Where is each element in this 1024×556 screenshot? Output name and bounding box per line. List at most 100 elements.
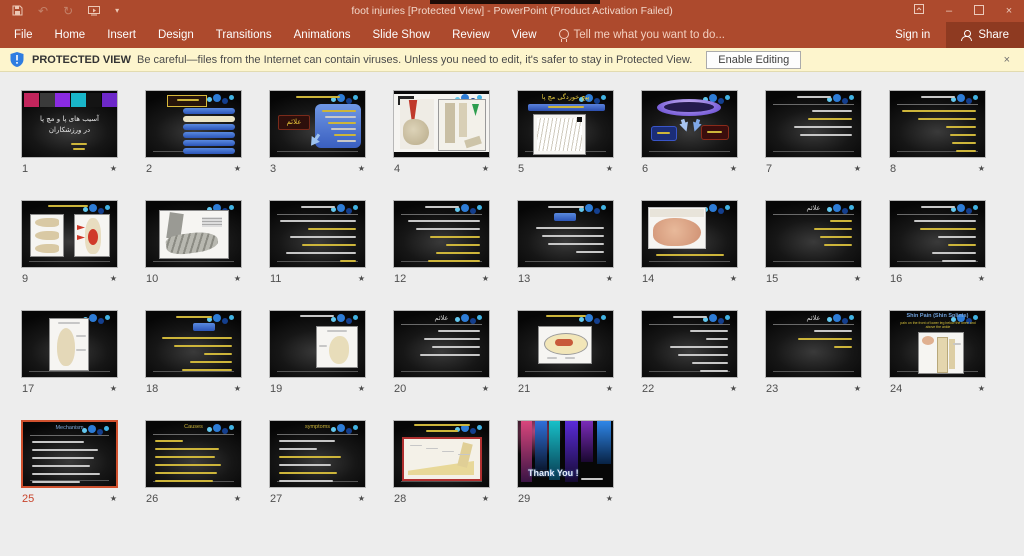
animation-star-icon[interactable]: ★	[358, 495, 365, 503]
animation-star-icon[interactable]: ★	[358, 385, 365, 393]
animation-star-icon[interactable]: ★	[110, 165, 117, 173]
customize-qat-icon[interactable]: ▾	[115, 7, 119, 15]
slide-art	[296, 96, 340, 98]
ribbon-tab-view[interactable]: View	[501, 22, 548, 48]
slide-thumbnail-18[interactable]	[145, 310, 242, 378]
animation-star-icon[interactable]: ★	[110, 495, 117, 503]
animation-star-icon[interactable]: ★	[110, 385, 117, 393]
slide-thumbnail-28[interactable]	[393, 420, 490, 488]
animation-star-icon[interactable]: ★	[110, 275, 117, 283]
animation-star-icon[interactable]: ★	[606, 495, 613, 503]
slide-thumbnail-20[interactable]: علائم	[393, 310, 490, 378]
slide-thumbnail-8[interactable]	[889, 90, 986, 158]
animation-star-icon[interactable]: ★	[482, 165, 489, 173]
animation-star-icon[interactable]: ★	[482, 385, 489, 393]
animation-star-icon[interactable]: ★	[482, 495, 489, 503]
start-from-beginning-icon[interactable]	[88, 5, 100, 18]
animation-star-icon[interactable]: ★	[854, 385, 861, 393]
slide-art	[167, 95, 207, 107]
ribbon-tab-slide-show[interactable]: Slide Show	[362, 22, 442, 48]
slide-art	[153, 434, 234, 435]
slide-thumbnail-24[interactable]: Shin Pain (Shin Splints)pain on the fron…	[889, 310, 986, 378]
slide-art	[202, 217, 222, 227]
animation-star-icon[interactable]: ★	[730, 165, 737, 173]
animation-star-icon[interactable]: ★	[730, 385, 737, 393]
slide-thumbnail-26[interactable]: Causes	[145, 420, 242, 488]
slide-thumbnail-9[interactable]	[21, 200, 118, 268]
slide-thumbnail-29[interactable]: Thank You !	[517, 420, 614, 488]
animation-star-icon[interactable]: ★	[234, 165, 241, 173]
animation-star-icon[interactable]: ★	[234, 495, 241, 503]
slide-footer: 27★	[269, 488, 366, 508]
animation-star-icon[interactable]: ★	[358, 275, 365, 283]
share-button[interactable]: Share	[946, 22, 1024, 48]
slide-thumbnail-21[interactable]	[517, 310, 614, 378]
animation-star-icon[interactable]: ★	[978, 275, 985, 283]
slide-thumbnail-11[interactable]	[269, 200, 366, 268]
animation-star-icon[interactable]: ★	[606, 385, 613, 393]
slide-footer-line	[649, 151, 730, 152]
slide-art	[416, 228, 480, 230]
slide-art	[536, 227, 604, 229]
animation-star-icon[interactable]: ★	[978, 385, 985, 393]
slide-number: 9	[22, 273, 28, 285]
slide-art	[319, 345, 327, 347]
slide-art	[183, 148, 235, 154]
slide-text: Causes	[146, 424, 241, 430]
slide-thumbnail-12[interactable]	[393, 200, 490, 268]
slide-thumbnail-6[interactable]	[641, 90, 738, 158]
slide-thumbnail-16[interactable]	[889, 200, 986, 268]
animation-star-icon[interactable]: ★	[606, 275, 613, 283]
animation-star-icon[interactable]: ★	[730, 275, 737, 283]
animation-star-icon[interactable]: ★	[234, 275, 241, 283]
animation-star-icon[interactable]: ★	[854, 275, 861, 283]
ribbon-tab-design[interactable]: Design	[147, 22, 205, 48]
animation-star-icon[interactable]: ★	[854, 165, 861, 173]
slide-footer-line	[649, 261, 730, 262]
ribbon-display-options-icon[interactable]	[904, 0, 934, 22]
ribbon-tab-transitions[interactable]: Transitions	[205, 22, 283, 48]
slide-thumbnail-4[interactable]	[393, 90, 490, 158]
slide-thumbnail-14[interactable]	[641, 200, 738, 268]
slide-number: 4	[394, 163, 400, 175]
slide-thumbnail-5[interactable]: پیچ خوردگی مچ پا	[517, 90, 614, 158]
save-icon[interactable]	[12, 5, 23, 18]
undo-icon[interactable]: ↶	[38, 5, 48, 17]
slide-thumbnail-10[interactable]	[145, 200, 242, 268]
message-bar-close-icon[interactable]: ×	[1000, 54, 1014, 66]
sign-in-link[interactable]: Sign in	[879, 29, 946, 41]
slide-thumbnail-22[interactable]	[641, 310, 738, 378]
ribbon-tab-animations[interactable]: Animations	[283, 22, 362, 48]
slide-footer: 12★	[393, 268, 490, 288]
tell-me-box[interactable]: Tell me what you want to do...	[558, 29, 726, 42]
slide-thumbnail-7[interactable]	[765, 90, 862, 158]
slide-thumbnail-19[interactable]	[269, 310, 366, 378]
minimize-icon[interactable]: –	[934, 0, 964, 22]
redo-icon[interactable]: ↻	[63, 5, 73, 17]
slide-art	[329, 336, 349, 364]
enable-editing-button[interactable]: Enable Editing	[706, 51, 801, 69]
slide-thumbnail-13[interactable]	[517, 200, 614, 268]
animation-star-icon[interactable]: ★	[358, 165, 365, 173]
animation-star-icon[interactable]: ★	[482, 275, 489, 283]
slide-cell-24: Shin Pain (Shin Splints)pain on the fron…	[889, 310, 986, 398]
restore-icon[interactable]	[964, 0, 994, 22]
slide-thumbnail-15[interactable]: علائم	[765, 200, 862, 268]
slide-thumbnail-2[interactable]	[145, 90, 242, 158]
animation-star-icon[interactable]: ★	[234, 385, 241, 393]
ribbon-tab-home[interactable]: Home	[44, 22, 97, 48]
slide-art	[32, 441, 84, 443]
slide-thumbnail-3[interactable]: علائم	[269, 90, 366, 158]
ribbon-tab-review[interactable]: Review	[441, 22, 501, 48]
ribbon-tab-file[interactable]: File	[3, 22, 44, 48]
close-icon[interactable]: ×	[994, 0, 1024, 22]
ribbon-tab-insert[interactable]: Insert	[96, 22, 147, 48]
slide-footer: 28★	[393, 488, 490, 508]
slide-thumbnail-1[interactable]: آسیب های پا و مچ پادر ورزشکاران	[21, 90, 118, 158]
animation-star-icon[interactable]: ★	[978, 165, 985, 173]
animation-star-icon[interactable]: ★	[606, 165, 613, 173]
slide-thumbnail-17[interactable]	[21, 310, 118, 378]
slide-thumbnail-27[interactable]: symptoms	[269, 420, 366, 488]
slide-thumbnail-25[interactable]: Mechanism	[21, 420, 118, 488]
slide-thumbnail-23[interactable]: علائم	[765, 310, 862, 378]
